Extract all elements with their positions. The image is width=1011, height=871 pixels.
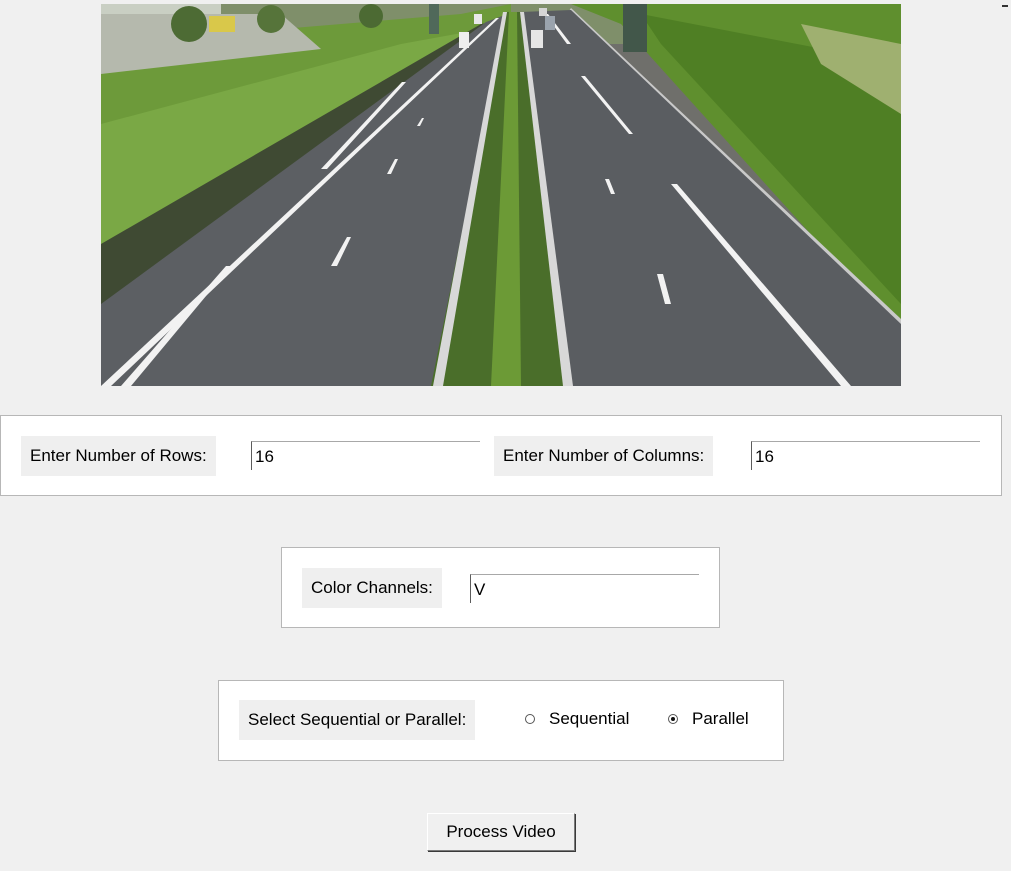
radio-sequential[interactable]: Sequential: [525, 709, 629, 729]
radio-parallel-indicator[interactable]: [668, 714, 678, 724]
grid-size-panel: Enter Number of Rows: Enter Number of Co…: [0, 415, 1002, 496]
rows-label: Enter Number of Rows:: [21, 436, 216, 476]
radio-sequential-label: Sequential: [549, 709, 630, 728]
mode-label: Select Sequential or Parallel:: [239, 700, 476, 740]
window-corner-mark: [1002, 5, 1008, 7]
color-channels-label: Color Channels:: [302, 568, 442, 608]
highway-image: [101, 4, 901, 386]
columns-label: Enter Number of Columns:: [494, 436, 714, 476]
rows-field[interactable]: [251, 441, 480, 470]
color-channels-input[interactable]: [471, 575, 699, 601]
radio-sequential-indicator[interactable]: [525, 714, 535, 724]
radio-parallel-label: Parallel: [692, 709, 749, 728]
radio-parallel[interactable]: Parallel: [668, 709, 749, 729]
color-channels-field[interactable]: [470, 574, 699, 603]
mode-panel: Select Sequential or Parallel: Sequentia…: [218, 680, 784, 761]
process-video-button[interactable]: Process Video: [427, 813, 575, 851]
video-preview: [101, 4, 901, 386]
columns-input[interactable]: [752, 442, 980, 468]
color-channel-panel: Color Channels:: [281, 547, 720, 628]
rows-input[interactable]: [252, 442, 480, 468]
columns-field[interactable]: [751, 441, 980, 470]
